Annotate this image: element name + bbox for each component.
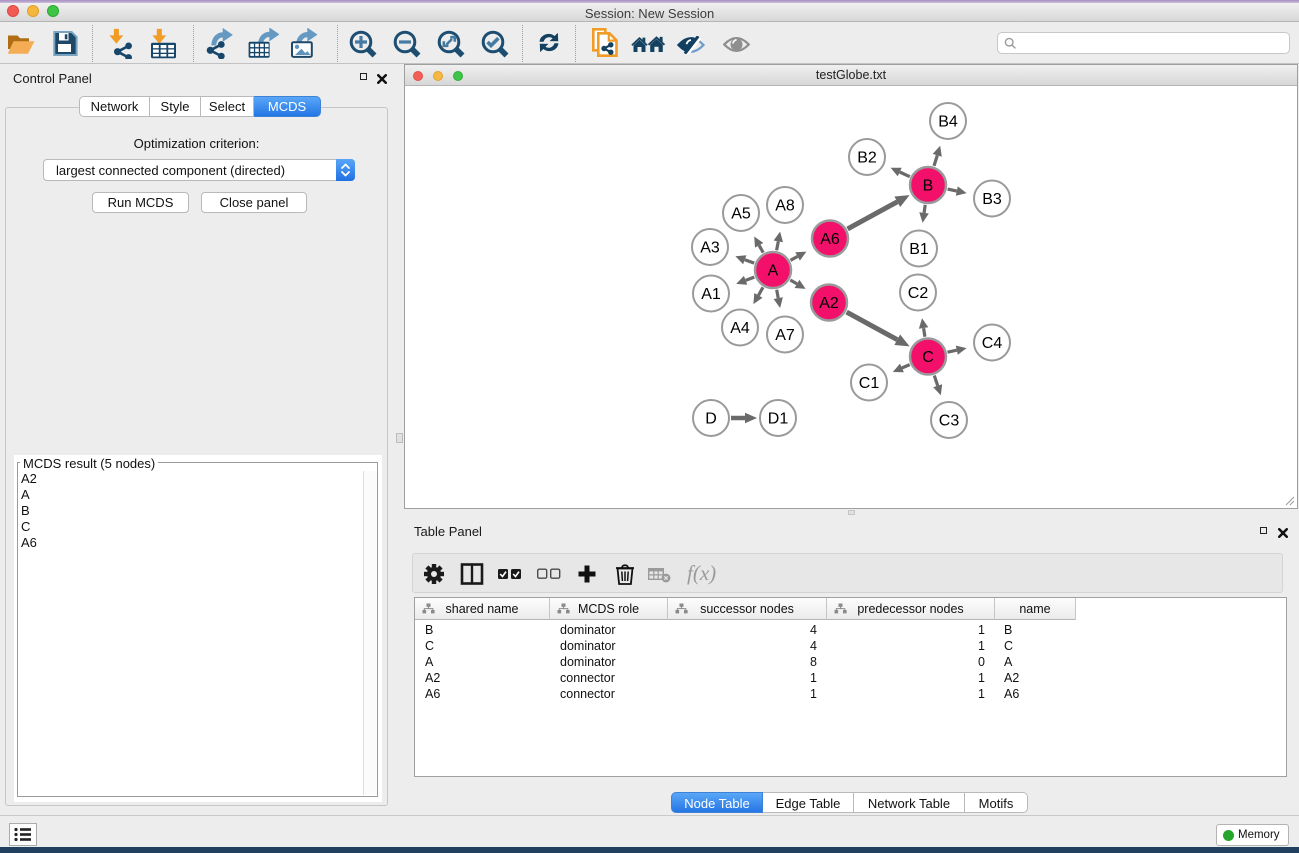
- svg-text:A5: A5: [731, 206, 751, 223]
- svg-text:C3: C3: [939, 413, 960, 430]
- svg-text:A6: A6: [820, 231, 840, 248]
- svg-text:C1: C1: [859, 375, 880, 392]
- svg-text:D: D: [705, 411, 717, 428]
- svg-text:A1: A1: [701, 286, 721, 303]
- svg-text:C: C: [922, 349, 934, 366]
- svg-text:B1: B1: [909, 241, 929, 258]
- svg-text:A8: A8: [775, 198, 795, 215]
- svg-text:A: A: [768, 263, 779, 280]
- svg-text:D1: D1: [768, 411, 789, 428]
- svg-text:C4: C4: [982, 335, 1003, 352]
- svg-text:A4: A4: [730, 320, 750, 337]
- svg-text:B4: B4: [938, 114, 958, 131]
- svg-text:B: B: [923, 178, 934, 195]
- svg-text:B3: B3: [982, 191, 1002, 208]
- svg-text:C2: C2: [908, 285, 929, 302]
- svg-text:B2: B2: [857, 150, 877, 167]
- svg-text:A7: A7: [775, 327, 795, 344]
- svg-text:A3: A3: [700, 240, 720, 257]
- svg-text:A2: A2: [819, 295, 839, 312]
